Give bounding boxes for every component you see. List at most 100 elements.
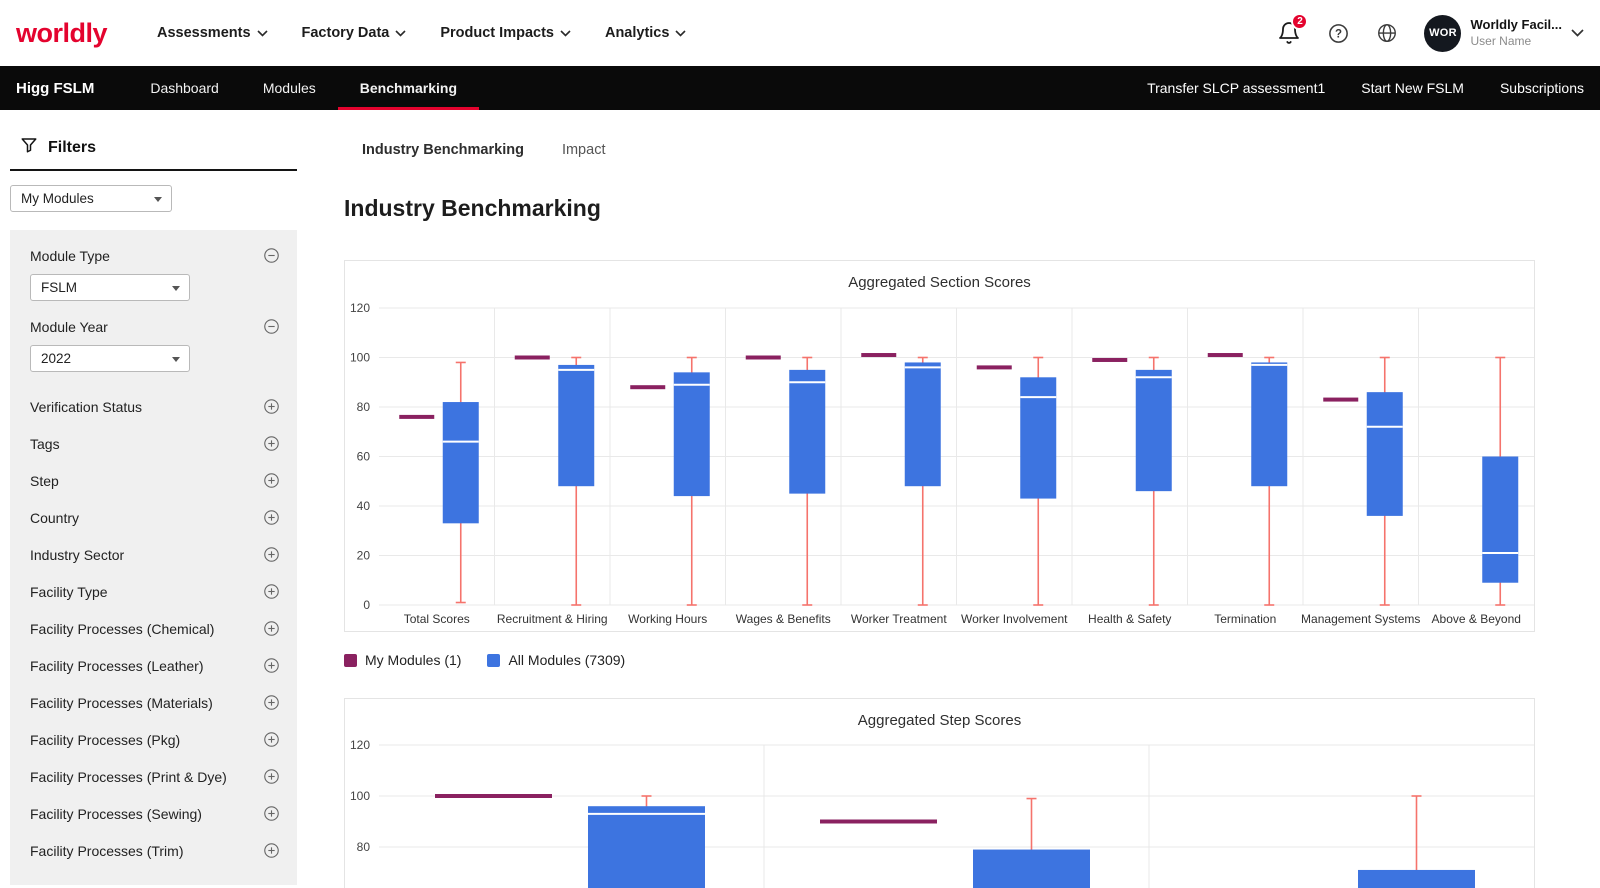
chevron-down-icon <box>256 29 268 37</box>
legend-label: All Modules (7309) <box>508 652 626 668</box>
expand-plus-icon[interactable] <box>262 767 281 786</box>
svg-text:Termination: Termination <box>1214 612 1276 626</box>
app-bar-link[interactable]: Start New FSLM <box>1361 80 1464 96</box>
expand-plus-icon[interactable] <box>262 693 281 712</box>
section-scores-chart-card: Aggregated Section Scores 0 20 40 60 80 100 12… <box>344 260 1535 632</box>
all-modules-swatch <box>487 653 501 667</box>
tab-industry-benchmarking[interactable]: Industry Benchmarking <box>362 142 524 162</box>
help-icon[interactable]: ? <box>1327 22 1350 45</box>
user-menu[interactable]: WOR Worldly Facil... User Name <box>1424 14 1584 52</box>
my-modules-swatch <box>344 653 357 667</box>
expand-plus-icon[interactable] <box>262 397 281 416</box>
filters-title: Filters <box>48 138 97 156</box>
svg-text:Worker Involvement: Worker Involvement <box>961 612 1068 626</box>
filter-group-label: Facility Type <box>30 583 108 600</box>
primary-nav-item[interactable]: Product Impacts <box>440 25 571 41</box>
filter-group-module-type: Module Type FSLM <box>30 246 281 301</box>
filter-group-label: Verification Status <box>30 398 143 415</box>
primary-nav-item-label: Product Impacts <box>440 25 554 41</box>
svg-text:100: 100 <box>350 789 370 803</box>
filter-group-label: Facility Processes (Leather) <box>30 657 204 674</box>
app-bar-links: Transfer SLCP assessment1 Start New FSLM… <box>1147 80 1584 96</box>
tab-benchmarking[interactable]: Benchmarking <box>337 66 480 110</box>
filter-group-label: Facility Processes (Sewing) <box>30 805 202 822</box>
filter-group-label: Facility Processes (Pkg) <box>30 731 181 748</box>
legend-item-my-modules: My Modules (1) <box>344 652 461 668</box>
app-bar-link[interactable]: Subscriptions <box>1500 80 1584 96</box>
legend-item-all-modules: All Modules (7309) <box>487 652 625 668</box>
worldly-logo[interactable]: worldly <box>16 18 108 49</box>
filters-header: Filters <box>20 136 297 159</box>
collapse-minus-icon[interactable] <box>262 317 281 336</box>
filter-group-row[interactable]: Step <box>30 462 281 499</box>
app-tabs: Dashboard Modules Benchmarking <box>128 66 480 110</box>
filter-group-label: Tags <box>30 435 60 452</box>
step-scores-boxplot: 020406080100120 <box>350 738 1534 888</box>
page-title: Industry Benchmarking <box>344 195 601 221</box>
expand-plus-icon[interactable] <box>262 804 281 823</box>
primary-nav-item-label: Factory Data <box>301 25 390 41</box>
filter-group-row[interactable]: Verification Status <box>30 388 281 425</box>
expand-plus-icon[interactable] <box>262 471 281 490</box>
filter-group-row[interactable]: Facility Processes (Trim) <box>30 832 281 869</box>
filter-group-label: Facility Processes (Print & Dye) <box>30 768 227 785</box>
chart-legend: My Modules (1) All Modules (7309) <box>344 651 1600 669</box>
collapse-minus-icon[interactable] <box>262 246 281 265</box>
filters-divider <box>10 169 297 171</box>
filter-group-row[interactable]: Facility Processes (Leather) <box>30 647 281 684</box>
user-info: Worldly Facil... User Name <box>1470 17 1562 48</box>
expand-plus-icon[interactable] <box>262 434 281 453</box>
app-bar: Higg FSLM Dashboard Modules Benchmarking… <box>0 66 1600 110</box>
notifications-bell-icon[interactable]: 2 <box>1277 13 1309 45</box>
filter-group-row[interactable]: Facility Processes (Print & Dye) <box>30 758 281 795</box>
main-content: Industry Benchmarking Impact Industry Be… <box>297 110 1600 888</box>
module-type-select[interactable]: FSLM <box>30 274 190 301</box>
filter-group-module-year: Module Year 2022 <box>30 317 281 372</box>
expand-plus-icon[interactable] <box>262 619 281 638</box>
app-bar-link[interactable]: Transfer SLCP assessment1 <box>1147 80 1325 96</box>
filter-group-label: Module Type <box>30 247 110 264</box>
filter-group-label: Facility Processes (Trim) <box>30 842 184 859</box>
svg-text:Management Systems: Management Systems <box>1301 612 1420 626</box>
svg-text:Above & Beyond: Above & Beyond <box>1432 612 1521 626</box>
tab-modules[interactable]: Modules <box>241 66 338 110</box>
expand-plus-icon[interactable] <box>262 656 281 675</box>
svg-text:120: 120 <box>350 738 370 752</box>
filter-group-row[interactable]: Country <box>30 499 281 536</box>
filter-group-row[interactable]: Tags <box>30 425 281 462</box>
tab-impact[interactable]: Impact <box>562 142 606 162</box>
tab-dashboard[interactable]: Dashboard <box>128 66 241 110</box>
expand-plus-icon[interactable] <box>262 841 281 860</box>
primary-nav-item[interactable]: Analytics <box>604 25 687 41</box>
filter-group-row[interactable]: Facility Processes (Sewing) <box>30 795 281 832</box>
legend-label: My Modules (1) <box>365 652 462 668</box>
filter-group-row[interactable]: Facility Type <box>30 573 281 610</box>
svg-text:0: 0 <box>363 598 370 612</box>
user-org-name: Worldly Facil... <box>1470 17 1562 33</box>
filter-group-row[interactable]: Industry Sector <box>30 536 281 573</box>
module-year-select[interactable]: 2022 <box>30 345 190 372</box>
globe-language-icon[interactable] <box>1376 22 1398 44</box>
module-scope-select[interactable]: My Modules <box>10 185 172 212</box>
filter-group-row[interactable]: Facility Processes (Pkg) <box>30 721 281 758</box>
primary-nav: Assessments Factory Data Product Impacts <box>157 25 687 41</box>
expand-plus-icon[interactable] <box>262 730 281 749</box>
primary-nav-item[interactable]: Factory Data <box>302 25 407 41</box>
expand-plus-icon[interactable] <box>262 545 281 564</box>
top-header: worldly Assessments Factory Data Product… <box>0 0 1600 66</box>
svg-text:Recruitment & Hiring: Recruitment & Hiring <box>497 612 608 626</box>
filter-group-row[interactable]: Facility Processes (Materials) <box>30 684 281 721</box>
primary-nav-item-label: Analytics <box>604 25 670 41</box>
svg-text:60: 60 <box>357 450 371 464</box>
expand-plus-icon[interactable] <box>262 582 281 601</box>
filters-sidebar: Filters My Modules Module Type FSLM Modu… <box>0 110 297 888</box>
primary-nav-item[interactable]: Assessments <box>157 25 268 41</box>
filter-group-row[interactable]: Facility Processes (Chemical) <box>30 610 281 647</box>
user-name: User Name <box>1470 33 1532 48</box>
svg-text:Working Hours: Working Hours <box>628 612 707 626</box>
expand-plus-icon[interactable] <box>262 508 281 527</box>
filter-group-label: Industry Sector <box>30 546 125 563</box>
filter-group-label: Step <box>30 472 59 489</box>
filter-panel: Module Type FSLM Module Year 2022 Verifi… <box>10 230 297 885</box>
primary-nav-item-label: Assessments <box>157 25 251 41</box>
